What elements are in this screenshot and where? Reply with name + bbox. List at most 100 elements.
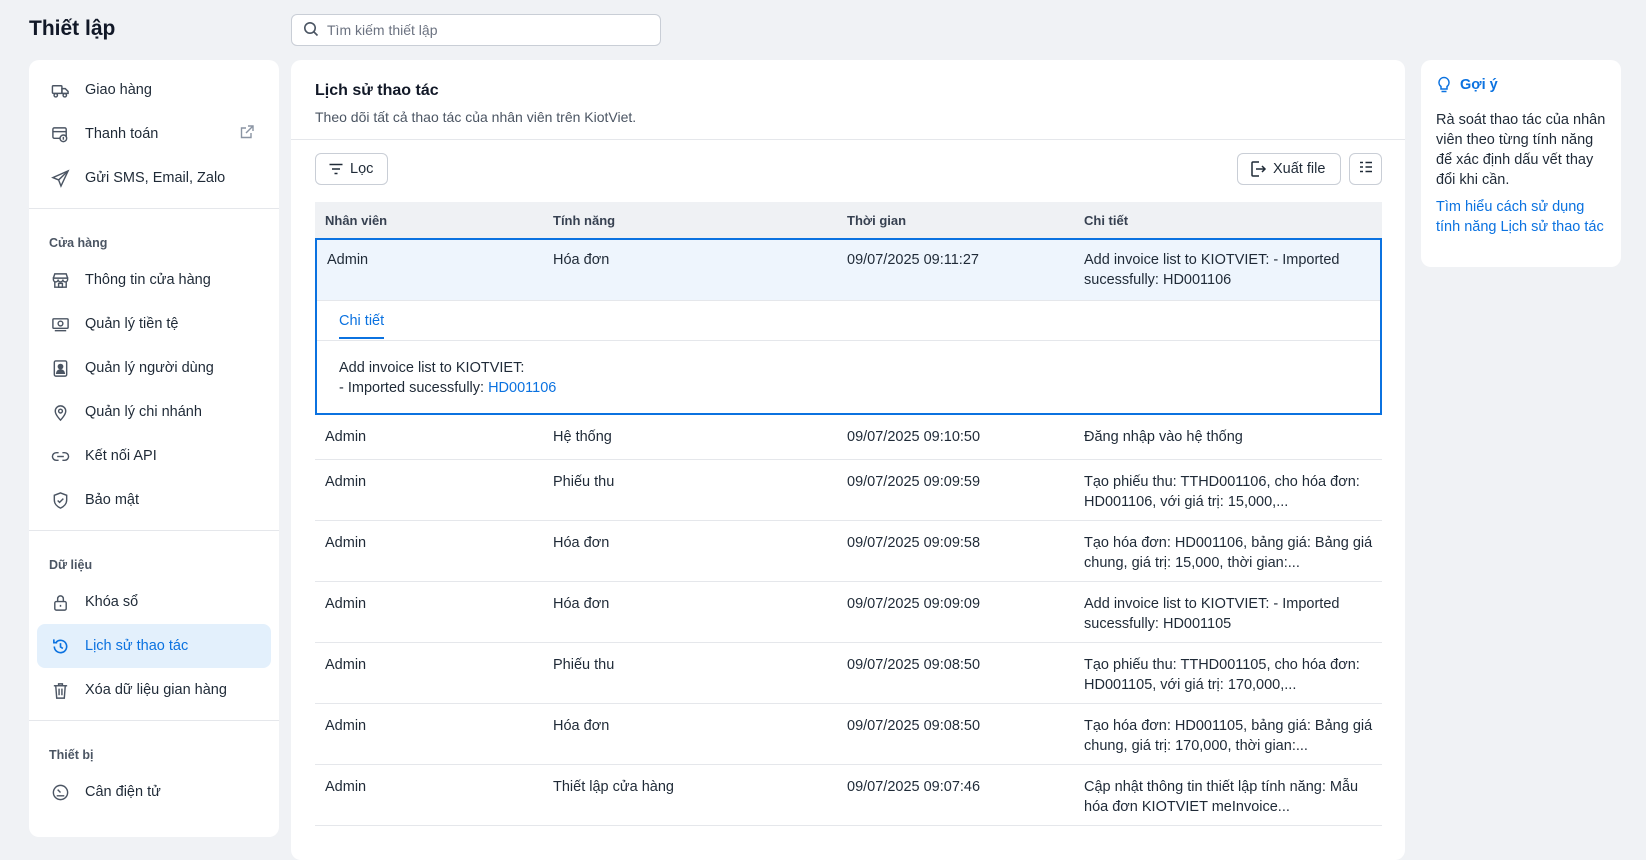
sidebar-item-label: Khóa sổ (85, 594, 139, 610)
table-row[interactable]: Admin Hệ thống 09/07/2025 09:10:50 Đăng … (315, 415, 1382, 460)
main-header: Lịch sử thao tác Theo dõi tất cả thao tá… (291, 60, 1405, 140)
sidebar-item-quan-ly-nguoi-dung[interactable]: Quản lý người dùng (37, 346, 271, 390)
cell-time: 09/07/2025 09:08:50 (847, 657, 981, 673)
history-table: Nhân viên Tính năng Thời gian Chi tiết A… (315, 202, 1382, 826)
cell-user: Admin (327, 252, 369, 268)
invoice-link[interactable]: HD001106 (488, 380, 556, 396)
cell-detail: Tạo hóa đơn: HD001105, bảng giá: Bảng gi… (1084, 718, 1373, 754)
cell-feature: Hệ thống (553, 429, 612, 445)
search-input[interactable] (327, 22, 647, 38)
cell-detail: Add invoice list to KIOTVIET: - Imported… (1084, 252, 1340, 288)
payment-icon (50, 124, 70, 144)
sidebar-item-thong-tin-cua-hang[interactable]: Thông tin cửa hàng (37, 258, 271, 302)
section-title-thiet-bi: Thiết bị (49, 748, 94, 762)
shield-icon (50, 490, 70, 510)
sidebar-item-xoa-du-lieu[interactable]: Xóa dữ liệu gian hàng (37, 668, 271, 712)
cell-feature: Phiếu thu (553, 657, 615, 673)
search-box[interactable] (291, 14, 661, 46)
sidebar-item-lich-su-thao-tac[interactable]: Lịch sử thao tác (37, 624, 271, 668)
sidebar-item-bao-mat[interactable]: Bảo mật (37, 478, 271, 522)
history-icon (50, 636, 70, 656)
divider (29, 530, 279, 531)
cell-detail: Đăng nhập vào hệ thống (1084, 429, 1243, 445)
sidebar-item-can-dien-tu[interactable]: Cân điện tử (37, 770, 271, 814)
lightbulb-icon (1436, 76, 1452, 94)
cell-feature: Hóa đơn (553, 718, 610, 734)
sidebar-item-label: Quản lý người dùng (85, 360, 214, 376)
cell-feature: Hóa đơn (553, 252, 610, 268)
cell-user: Admin (325, 779, 367, 795)
page-title: Thiết lập (29, 17, 116, 40)
trash-icon (50, 680, 70, 700)
panel-subtitle: Theo dõi tất cả thao tác của nhân viên t… (315, 109, 637, 125)
store-icon (50, 270, 70, 290)
columns-icon (1358, 159, 1374, 179)
cell-time: 09/07/2025 09:09:58 (847, 535, 981, 551)
table-row[interactable]: Admin Hóa đơn 09/07/2025 09:09:58 Tạo hó… (315, 521, 1382, 582)
detail-body: Add invoice list to KIOTVIET: - Imported… (317, 341, 1380, 413)
sidebar-item-label: Lịch sử thao tác (85, 638, 189, 654)
hint-title: Gợi ý (1460, 77, 1498, 93)
cell-feature: Phiếu thu (553, 474, 615, 490)
hint-learn-more-link[interactable]: Tìm hiểu cách sử dụng tính năng Lịch sử … (1436, 197, 1606, 237)
cell-detail: Add invoice list to KIOTVIET: - Imported… (1084, 596, 1340, 632)
cell-user: Admin (325, 474, 367, 490)
panel-title: Lịch sử thao tác (315, 82, 439, 99)
column-header-user: Nhân viên (325, 212, 388, 228)
cell-time: 09/07/2025 09:08:50 (847, 718, 981, 734)
sidebar-item-quan-ly-tien-te[interactable]: Quản lý tiền tệ (37, 302, 271, 346)
money-icon (50, 314, 70, 334)
sidebar-item-gui-sms[interactable]: Gửi SMS, Email, Zalo (37, 156, 271, 200)
truck-icon (50, 80, 70, 100)
table-row[interactable]: Admin Phiếu thu 09/07/2025 09:09:59 Tạo … (315, 460, 1382, 521)
send-icon (50, 168, 70, 188)
cell-detail: Tạo phiếu thu: TTHD001105, cho hóa đơn: … (1084, 657, 1360, 693)
sidebar-item-ket-noi-api[interactable]: Kết nối API (37, 434, 271, 478)
column-header-detail: Chi tiết (1084, 212, 1129, 228)
detail-line: Add invoice list to KIOTVIET: (339, 360, 525, 376)
sidebar-item-label: Kết nối API (85, 448, 157, 464)
sidebar-item-thanh-toan[interactable]: Thanh toán (37, 112, 271, 156)
sidebar-item-khoa-so[interactable]: Khóa sổ (37, 580, 271, 624)
sidebar-item-label: Cân điện tử (85, 784, 161, 800)
hint-text: Rà soát thao tác của nhân viên theo từng… (1436, 112, 1606, 188)
table-row[interactable]: Admin Hóa đơn 09/07/2025 09:11:27 Add in… (317, 240, 1380, 301)
user-badge-icon (50, 358, 70, 378)
divider (29, 720, 279, 721)
external-link-icon[interactable] (239, 124, 255, 143)
export-icon (1249, 160, 1267, 178)
cell-user: Admin (325, 429, 367, 445)
tab-chi-tiet[interactable]: Chi tiết (339, 313, 385, 339)
cell-time: 09/07/2025 09:09:09 (847, 596, 981, 612)
sidebar-item-quan-ly-chi-nhanh[interactable]: Quản lý chi nhánh (37, 390, 271, 434)
cell-feature: Thiết lập cửa hàng (553, 779, 674, 795)
sidebar: Giao hàng Thanh toán Gửi SMS, Email, Zal… (29, 60, 279, 837)
scale-icon (50, 782, 70, 802)
search-icon (303, 21, 319, 40)
filter-label: Lọc (350, 161, 374, 177)
detail-line: - Imported sucessfully: HD001106 (339, 378, 1358, 398)
expanded-row: Admin Hóa đơn 09/07/2025 09:11:27 Add in… (315, 238, 1382, 415)
cell-time: 09/07/2025 09:09:59 (847, 474, 981, 490)
section-title-du-lieu: Dữ liệu (49, 558, 93, 572)
filter-button[interactable]: Lọc (315, 153, 388, 185)
section-title-cua-hang: Cửa hàng (49, 236, 108, 250)
cell-user: Admin (325, 535, 367, 551)
column-header-time: Thời gian (847, 212, 907, 228)
table-row[interactable]: Admin Phiếu thu 09/07/2025 09:08:50 Tạo … (315, 643, 1382, 704)
sidebar-item-giao-hang[interactable]: Giao hàng (37, 68, 271, 112)
cell-feature: Hóa đơn (553, 535, 610, 551)
sidebar-item-label: Quản lý tiền tệ (85, 316, 179, 332)
sidebar-item-label: Gửi SMS, Email, Zalo (85, 170, 226, 186)
export-file-button[interactable]: Xuất file (1237, 153, 1341, 185)
detail-tabs: Chi tiết (317, 301, 1380, 341)
column-header-feature: Tính năng (553, 212, 616, 228)
table-row[interactable]: Admin Hóa đơn 09/07/2025 09:09:09 Add in… (315, 582, 1382, 643)
cell-time: 09/07/2025 09:10:50 (847, 429, 981, 445)
detail-text: - Imported sucessfully: (339, 380, 489, 396)
link-icon (50, 446, 70, 466)
table-row[interactable]: Admin Thiết lập cửa hàng 09/07/2025 09:0… (315, 765, 1382, 826)
column-settings-button[interactable] (1349, 153, 1382, 185)
table-row[interactable]: Admin Hóa đơn 09/07/2025 09:08:50 Tạo hó… (315, 704, 1382, 765)
cell-detail: Tạo phiếu thu: TTHD001106, cho hóa đơn: … (1084, 474, 1360, 510)
